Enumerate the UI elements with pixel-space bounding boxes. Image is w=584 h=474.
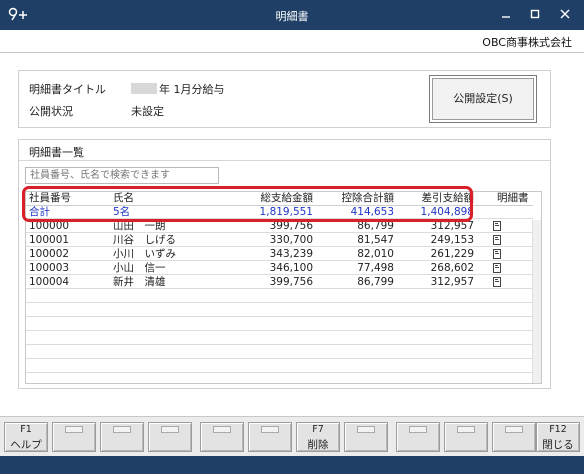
title-label: 明細書タイトル [29, 83, 106, 96]
f1-label: ヘルプ [10, 439, 42, 451]
document-icon[interactable] [493, 262, 501, 276]
f12-close-button[interactable]: F12 閉じる [536, 422, 580, 452]
empty-row [26, 304, 533, 317]
f12-label: 閉じる [542, 439, 574, 451]
deduction-amount: 82,010 [357, 248, 394, 260]
document-icon[interactable] [493, 248, 501, 262]
deduction-amount: 86,799 [357, 276, 394, 288]
deduction-amount: 77,498 [357, 262, 394, 274]
f6-button[interactable] [248, 422, 292, 452]
empty-row [26, 346, 533, 359]
f7-delete-button[interactable]: F7 削除 [296, 422, 340, 452]
document-icon[interactable] [493, 234, 501, 248]
f7-label: 削除 [307, 439, 329, 451]
empty-row [26, 318, 533, 331]
emp-name: 小川 いずみ [113, 248, 176, 260]
f3-blank [113, 426, 131, 433]
company-name: OBC商事株式会社 [482, 36, 572, 49]
header-divider [0, 52, 584, 53]
table-row[interactable]: 100001 川谷 しげる 330,700 81,547 249,153 [26, 234, 533, 247]
emp-no: 100004 [29, 276, 70, 288]
document-icon[interactable] [493, 276, 501, 290]
gross-amount: 343,239 [269, 248, 313, 260]
emp-no: 100002 [29, 248, 70, 260]
f11-blank [505, 426, 523, 433]
emp-name: 小山 信一 [113, 262, 166, 274]
f4-button[interactable] [148, 422, 192, 452]
maximize-button[interactable] [525, 5, 545, 25]
statement-info-panel: 明細書タイトル 年 1月分給与 公開状況 未設定 公開設定(S) [18, 70, 551, 128]
net-amount: 261,229 [430, 248, 474, 260]
empty-row [26, 360, 533, 373]
f9-button[interactable] [396, 422, 440, 452]
f1-help-button[interactable]: F1 ヘルプ [4, 422, 48, 452]
vertical-scrollbar[interactable] [532, 220, 541, 383]
net-amount: 312,957 [430, 276, 474, 288]
net-amount: 249,153 [430, 234, 474, 246]
search-input[interactable] [25, 167, 219, 184]
list-title: 明細書一覧 [29, 146, 84, 159]
redacted-year [131, 83, 157, 94]
f10-blank [457, 426, 475, 433]
empty-row [26, 290, 533, 303]
f4-blank [161, 426, 179, 433]
f8-button[interactable] [344, 422, 388, 452]
net-amount: 268,602 [430, 262, 474, 274]
f2-button[interactable] [52, 422, 96, 452]
f5-blank [213, 426, 231, 433]
emp-name: 川谷 しげる [113, 234, 176, 246]
publish-settings-button[interactable]: 公開設定(S) [429, 75, 537, 123]
gross-amount: 330,700 [269, 234, 313, 246]
col-doc: 明細書 [497, 192, 529, 204]
status-label: 公開状況 [29, 105, 73, 118]
f9-blank [409, 426, 427, 433]
f6-blank [261, 426, 279, 433]
table-row[interactable]: 100002 小川 いずみ 343,239 82,010 261,229 [26, 248, 533, 261]
emp-no: 100001 [29, 234, 70, 246]
list-title-divider [19, 160, 550, 161]
minimize-button[interactable] [496, 5, 516, 25]
title-bar: 明細書 [0, 0, 584, 30]
empty-row [26, 332, 533, 345]
deduction-amount: 81,547 [357, 234, 394, 246]
f1-num: F1 [20, 424, 32, 435]
status-value: 未設定 [131, 105, 164, 118]
f3-button[interactable] [100, 422, 144, 452]
title-value: 年 1月分給与 [131, 81, 225, 97]
f2-blank [65, 426, 83, 433]
emp-name: 新井 清雄 [113, 276, 166, 288]
title-value-text: 年 1月分給与 [159, 83, 225, 96]
total-row-highlight [22, 186, 473, 222]
close-icon [560, 9, 570, 19]
close-button[interactable] [555, 5, 575, 25]
f7-num: F7 [312, 424, 324, 435]
f10-button[interactable] [444, 422, 488, 452]
f8-blank [357, 426, 375, 433]
f5-button[interactable] [200, 422, 244, 452]
f11-button[interactable] [492, 422, 536, 452]
statement-list-panel: 明細書一覧 社員番号 氏名 総支給金額 控除合計額 差引支給額 明細書 合計 5… [18, 139, 551, 389]
minimize-icon [502, 16, 510, 18]
emp-no: 100003 [29, 262, 70, 274]
gross-amount: 399,756 [269, 276, 313, 288]
document-icon[interactable] [493, 220, 501, 234]
gross-amount: 346,100 [269, 262, 313, 274]
maximize-icon [530, 9, 540, 19]
table-row[interactable]: 100004 新井 清雄 399,756 86,799 312,957 [26, 276, 533, 289]
f12-num: F12 [549, 424, 567, 435]
status-bar [0, 456, 584, 474]
table-row[interactable]: 100003 小山 信一 346,100 77,498 268,602 [26, 262, 533, 275]
